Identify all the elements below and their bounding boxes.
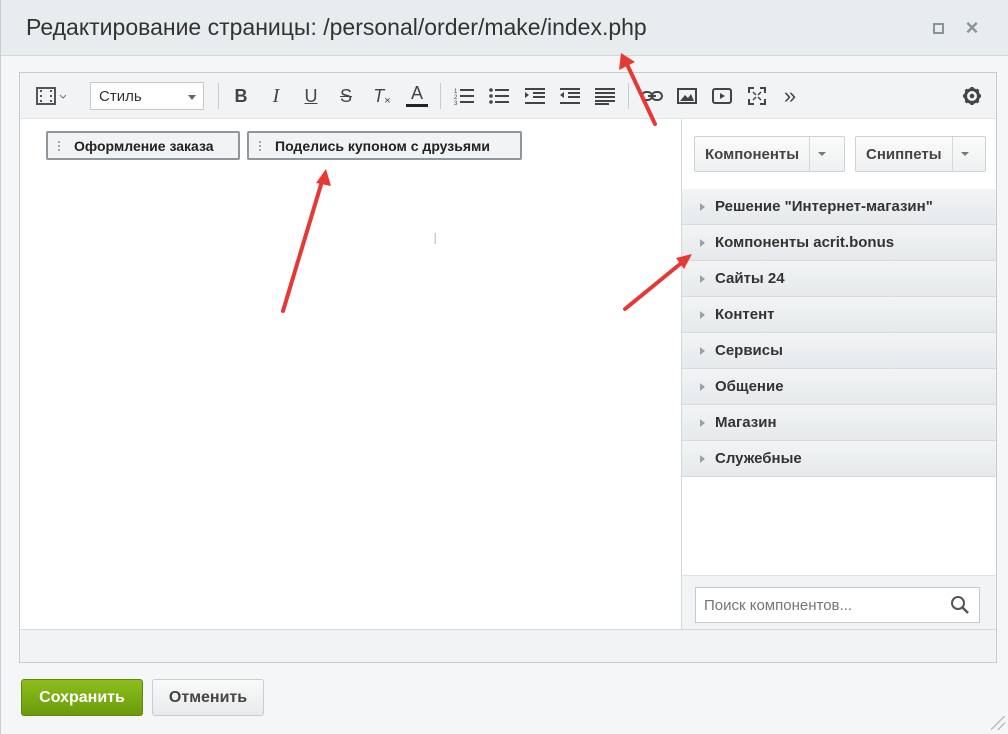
- ordered-list-icon: 1 2 3: [454, 89, 474, 105]
- triangle-right-icon: [700, 346, 705, 355]
- outdent-button[interactable]: [558, 83, 582, 109]
- component-block-label: Поделись купоном с друзьями: [275, 137, 490, 154]
- drag-handle-icon[interactable]: [57, 140, 61, 152]
- text-cursor-icon: I: [433, 231, 438, 248]
- save-button[interactable]: Сохранить: [21, 679, 143, 716]
- settings-button[interactable]: [960, 83, 984, 109]
- group-label: Контент: [715, 306, 775, 323]
- editor-content-area[interactable]: Оформление заказа Поделись купоном с дру…: [20, 119, 681, 629]
- remove-format-x-icon: ×: [384, 95, 391, 107]
- outdent-icon: [560, 88, 580, 104]
- unordered-list-icon: [489, 88, 509, 104]
- components-sidebar: Компоненты Сниппеты Решение "Интернет-ма…: [681, 119, 996, 629]
- component-block-order[interactable]: Оформление заказа: [46, 131, 240, 160]
- group-communication[interactable]: Общение: [682, 369, 996, 405]
- font-color-button[interactable]: A: [406, 83, 428, 107]
- group-label: Компоненты acrit.bonus: [715, 234, 895, 251]
- fullscreen-button[interactable]: [745, 83, 769, 109]
- ordered-list-button[interactable]: 1 2 3: [452, 83, 476, 109]
- triangle-right-icon: [700, 454, 705, 463]
- component-block-coupon-share[interactable]: Поделись купоном с друзьями: [247, 131, 522, 160]
- triangle-right-icon: [700, 202, 705, 211]
- components-button[interactable]: Компоненты: [694, 136, 845, 172]
- html-editor: Стиль B I U S T × A 1 2 3 » Оформление з…: [19, 72, 997, 663]
- indent-button[interactable]: [523, 83, 547, 109]
- align-left-icon: [595, 88, 615, 105]
- link-button[interactable]: [640, 83, 664, 109]
- toolbar-separator: [628, 83, 629, 109]
- group-label: Магазин: [715, 414, 777, 431]
- style-select-value: Стиль: [99, 88, 142, 105]
- cancel-button[interactable]: Отменить: [152, 679, 264, 716]
- triangle-right-icon: [700, 382, 705, 391]
- remove-format-button[interactable]: T ×: [370, 83, 394, 109]
- fullscreen-icon: [748, 87, 766, 105]
- toolbar-separator: [218, 83, 219, 109]
- component-search: [682, 575, 996, 629]
- group-internet-shop[interactable]: Решение "Интернет-магазин": [682, 189, 996, 225]
- maximize-icon[interactable]: [930, 20, 946, 36]
- dialog-title: Редактирование страницы: /personal/order…: [26, 14, 647, 40]
- component-block-label: Оформление заказа: [74, 137, 214, 154]
- toolbar-separator: [440, 83, 441, 109]
- edit-page-dialog: Редактирование страницы: /personal/order…: [0, 0, 1008, 734]
- component-search-input[interactable]: [695, 587, 980, 623]
- video-button[interactable]: [710, 83, 734, 109]
- component-groups-list: Решение "Интернет-магазин" Компоненты ac…: [682, 189, 996, 477]
- unordered-list-button[interactable]: [487, 83, 511, 109]
- components-button-label: Компоненты: [695, 137, 811, 171]
- resize-handle-icon[interactable]: [991, 716, 1005, 730]
- group-label: Решение "Интернет-магазин": [715, 198, 933, 215]
- group-label: Общение: [715, 378, 784, 395]
- film-strip-icon: [36, 87, 66, 105]
- search-icon[interactable]: [950, 595, 970, 615]
- chevron-down-icon: [188, 95, 196, 100]
- snippets-button-label: Сниппеты: [856, 137, 953, 171]
- group-acrit-bonus[interactable]: Компоненты acrit.bonus: [682, 225, 996, 261]
- triangle-right-icon: [700, 310, 705, 319]
- triangle-right-icon: [700, 274, 705, 283]
- remove-format-label: T: [373, 85, 385, 106]
- video-icon: [712, 88, 732, 104]
- gear-icon: [963, 87, 981, 105]
- align-button[interactable]: [593, 83, 617, 109]
- close-icon[interactable]: ×: [964, 17, 980, 39]
- image-icon: [677, 88, 697, 104]
- underline-button[interactable]: U: [300, 83, 322, 109]
- svg-text:3: 3: [454, 101, 458, 105]
- group-shop[interactable]: Магазин: [682, 405, 996, 441]
- editor-toolbar: Стиль B I U S T × A 1 2 3 »: [20, 73, 996, 119]
- group-service[interactable]: Служебные: [682, 441, 996, 477]
- editor-status-bar: [20, 629, 996, 662]
- strikethrough-button[interactable]: S: [335, 83, 357, 109]
- chevron-down-icon[interactable]: [953, 137, 977, 171]
- italic-button[interactable]: I: [265, 83, 287, 109]
- view-mode-button[interactable]: [32, 83, 70, 109]
- more-button[interactable]: »: [780, 83, 800, 109]
- bold-button[interactable]: B: [230, 83, 252, 109]
- image-button[interactable]: [675, 83, 699, 109]
- group-label: Служебные: [715, 450, 802, 467]
- group-services[interactable]: Сервисы: [682, 333, 996, 369]
- chevron-down-icon[interactable]: [810, 137, 834, 171]
- drag-handle-icon[interactable]: [258, 140, 262, 152]
- snippets-button[interactable]: Сниппеты: [855, 136, 986, 172]
- group-label: Сервисы: [715, 342, 783, 359]
- triangle-right-icon: [700, 238, 705, 247]
- group-content[interactable]: Контент: [682, 297, 996, 333]
- group-label: Сайты 24: [715, 270, 785, 287]
- link-icon: [641, 91, 663, 101]
- style-select[interactable]: Стиль: [90, 82, 204, 110]
- title-bar: Редактирование страницы: /personal/order…: [1, 0, 1008, 56]
- indent-icon: [525, 88, 545, 104]
- triangle-right-icon: [700, 418, 705, 427]
- group-sites-24[interactable]: Сайты 24: [682, 261, 996, 297]
